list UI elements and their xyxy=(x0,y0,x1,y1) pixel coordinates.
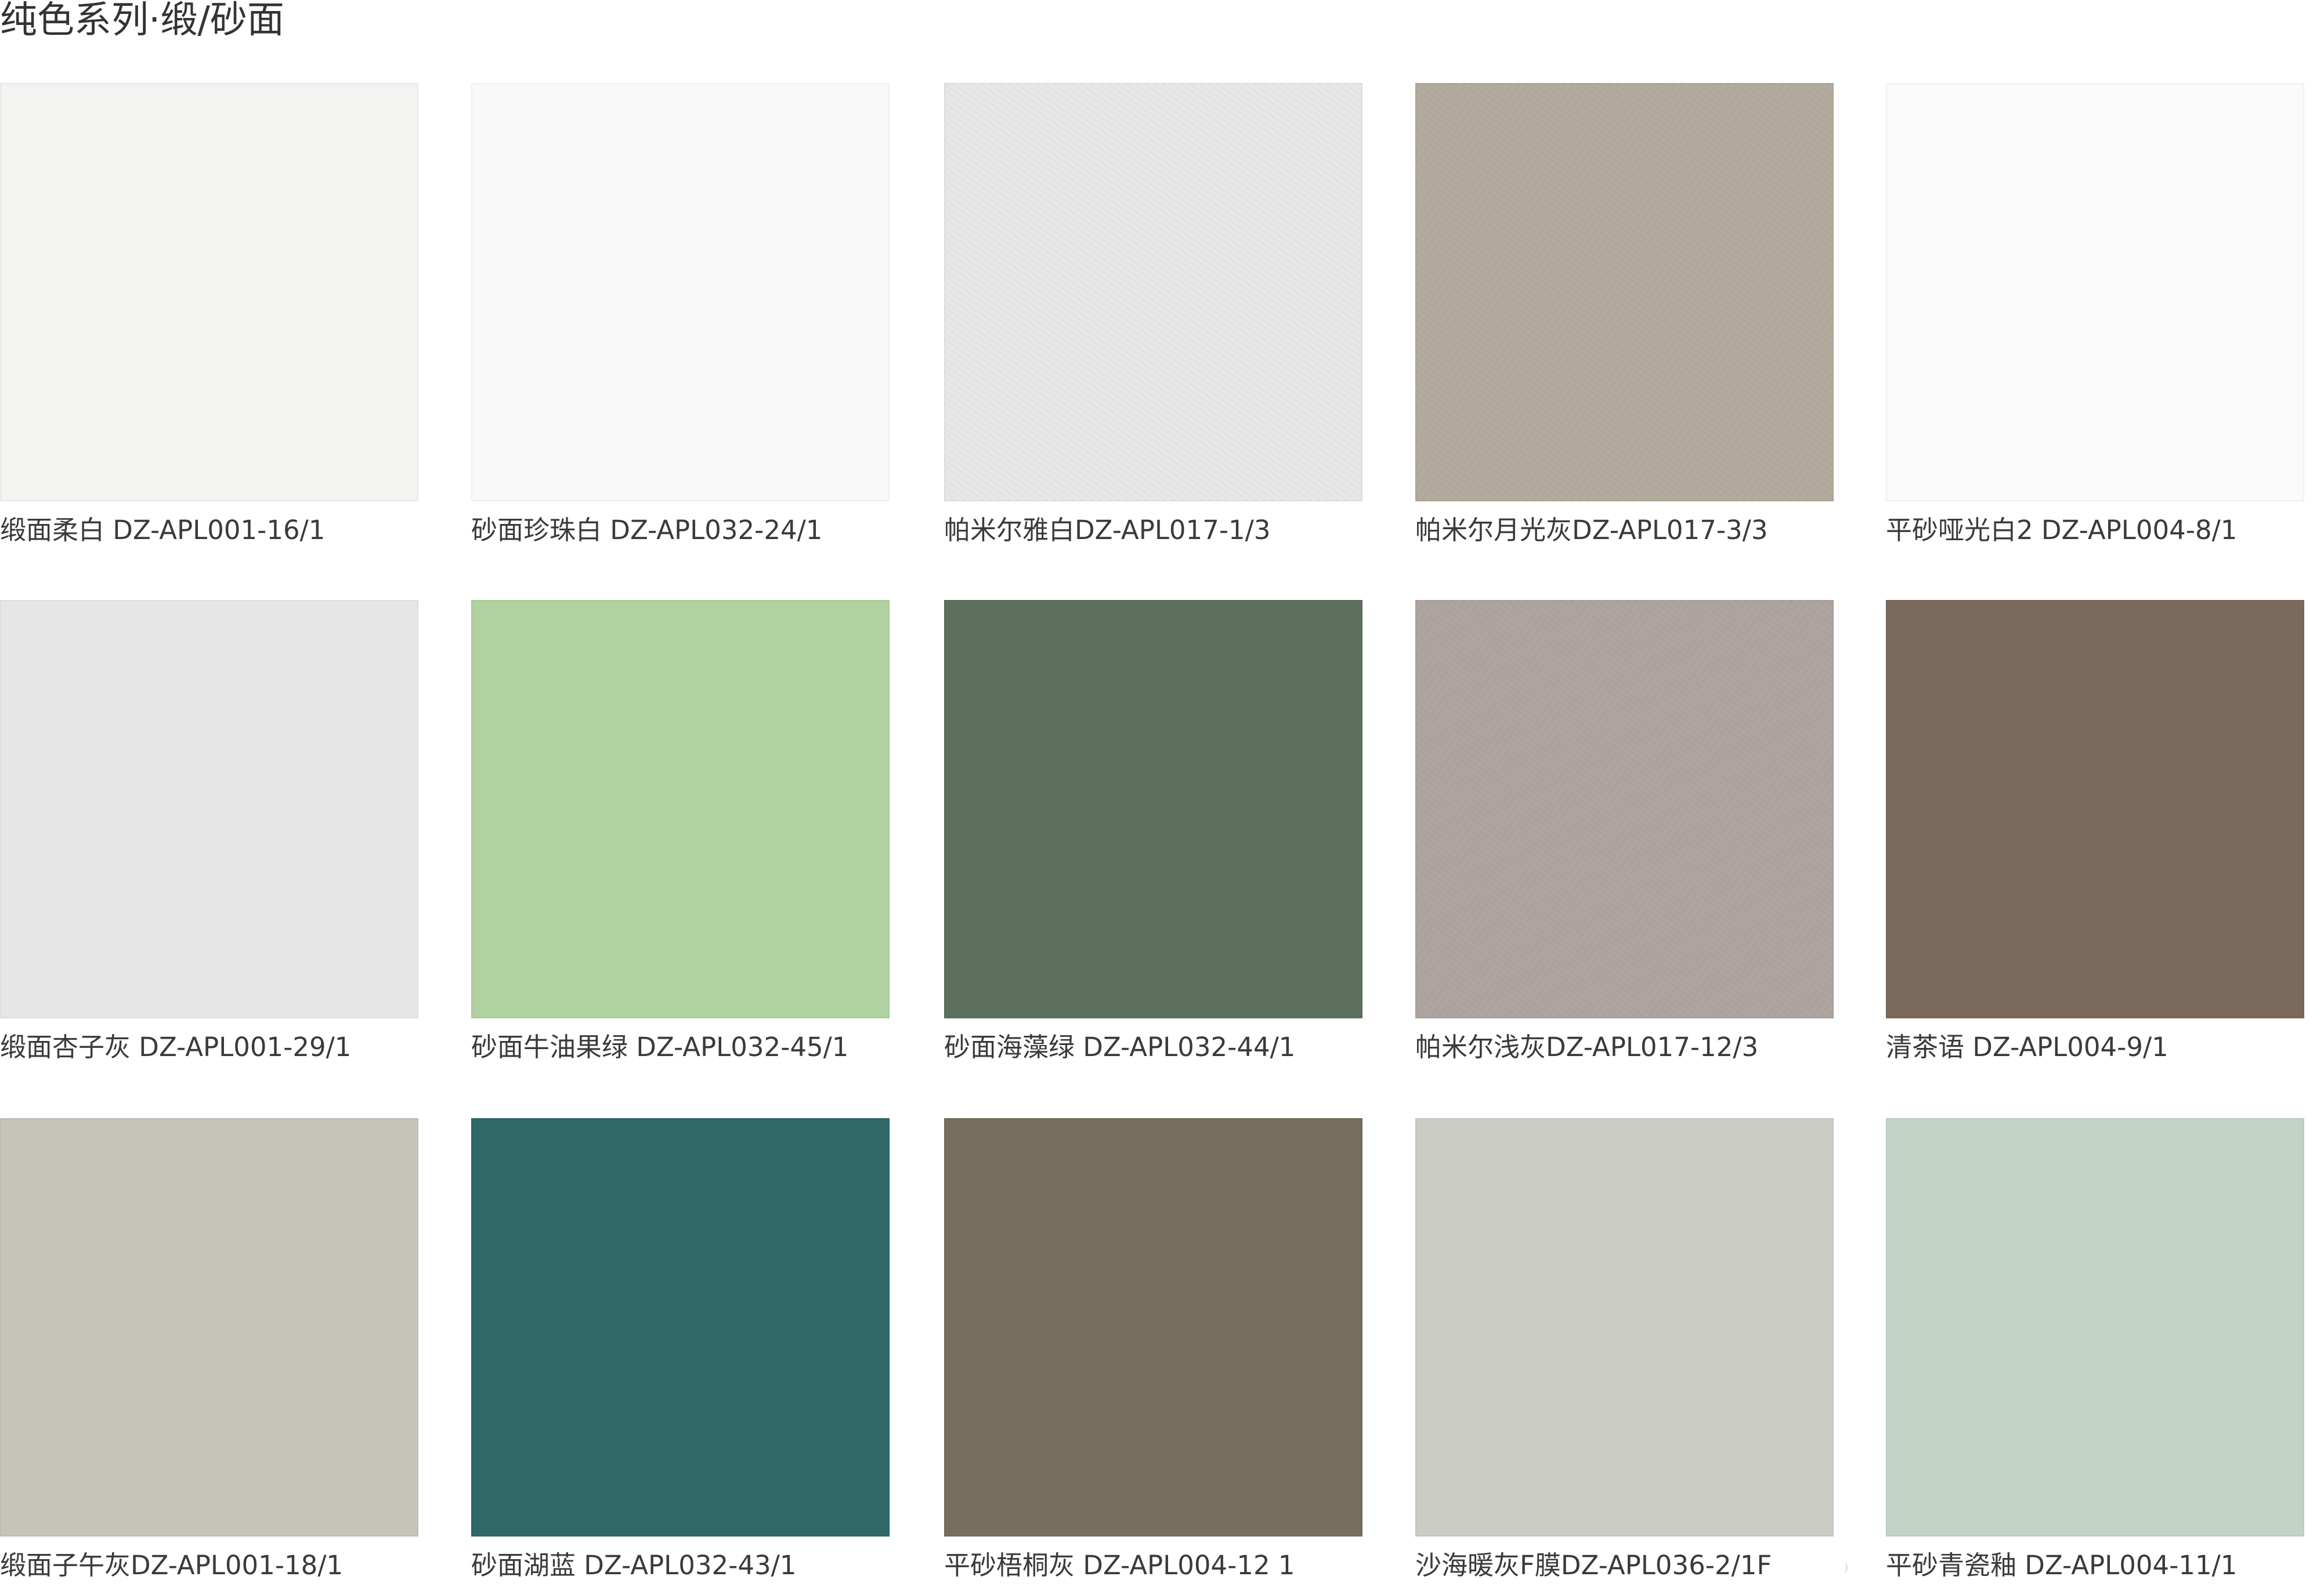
swatch-label: 缎面杏子灰 DZ-APL001-29/1 xyxy=(0,1032,352,1062)
swatch-card[interactable]: 平砂哑光白2 DZ-APL004-8/1 xyxy=(1886,83,2315,548)
color-swatch[interactable] xyxy=(1886,600,2304,1018)
stray-mark: ⁾ xyxy=(1844,1561,1849,1581)
swatch-card[interactable]: 缎面子午灰DZ-APL001-18/1 xyxy=(0,1118,429,1583)
swatch-label: 砂面珍珠白 DZ-APL032-24/1 xyxy=(471,515,823,545)
swatch-card[interactable]: 砂面珍珠白 DZ-APL032-24/1 xyxy=(471,83,901,548)
swatch-label: 缎面子午灰DZ-APL001-18/1 xyxy=(0,1550,344,1581)
swatch-label: 平砂青瓷釉 DZ-APL004-11/1 xyxy=(1886,1550,2238,1581)
color-swatch[interactable] xyxy=(1415,83,1834,501)
color-swatch[interactable] xyxy=(944,1118,1362,1537)
swatch-label: 缎面柔白 DZ-APL001-16/1 xyxy=(0,515,326,545)
swatch-card[interactable]: 沙海暖灰F膜DZ-APL036-2/1F xyxy=(1415,1118,1845,1583)
color-swatch[interactable] xyxy=(471,1118,890,1537)
swatch-card[interactable]: 帕米尔浅灰DZ-APL017-12/3 xyxy=(1415,600,1845,1065)
swatch-card[interactable]: 平砂梧桐灰 DZ-APL004-12 1 xyxy=(944,1118,1374,1583)
swatch-card[interactable]: 清茶语 DZ-APL004-9/1 xyxy=(1886,600,2315,1065)
swatch-grid: 缎面柔白 DZ-APL001-16/1 砂面珍珠白 DZ-APL032-24/1… xyxy=(0,0,2324,1587)
swatch-card[interactable]: 帕米尔月光灰DZ-APL017-3/3 xyxy=(1415,83,1845,548)
swatch-label: 帕米尔雅白DZ-APL017-1/3 xyxy=(944,515,1271,545)
swatch-label: 平砂梧桐灰 DZ-APL004-12 1 xyxy=(944,1550,1295,1581)
swatch-label: 平砂哑光白2 DZ-APL004-8/1 xyxy=(1886,515,2238,545)
color-swatch[interactable] xyxy=(0,600,418,1018)
swatch-card[interactable]: 平砂青瓷釉 DZ-APL004-11/1 xyxy=(1886,1118,2315,1583)
color-swatch[interactable] xyxy=(944,83,1362,501)
color-swatch[interactable] xyxy=(1415,600,1834,1018)
swatch-card[interactable]: 缎面杏子灰 DZ-APL001-29/1 xyxy=(0,600,429,1065)
swatch-label: 砂面湖蓝 DZ-APL032-43/1 xyxy=(471,1550,797,1581)
color-swatch[interactable] xyxy=(471,600,890,1018)
swatch-card[interactable]: 砂面牛油果绿 DZ-APL032-45/1 xyxy=(471,600,901,1065)
swatch-label: 沙海暖灰F膜DZ-APL036-2/1F xyxy=(1415,1550,1772,1581)
swatch-card[interactable]: 砂面海藻绿 DZ-APL032-44/1 xyxy=(944,600,1374,1065)
swatch-label: 清茶语 DZ-APL004-9/1 xyxy=(1886,1032,2168,1062)
swatch-label: 帕米尔月光灰DZ-APL017-3/3 xyxy=(1415,515,1768,545)
swatch-card[interactable]: 帕米尔雅白DZ-APL017-1/3 xyxy=(944,83,1374,548)
color-swatch[interactable] xyxy=(1415,1118,1834,1537)
color-swatch[interactable] xyxy=(471,83,890,501)
color-swatch[interactable] xyxy=(1886,1118,2304,1537)
swatch-label: 砂面海藻绿 DZ-APL032-44/1 xyxy=(944,1032,1296,1062)
color-swatch[interactable] xyxy=(0,83,418,501)
color-swatch[interactable] xyxy=(944,600,1362,1018)
color-swatch[interactable] xyxy=(0,1118,418,1537)
swatch-label: 砂面牛油果绿 DZ-APL032-45/1 xyxy=(471,1032,849,1062)
color-swatch[interactable] xyxy=(1886,83,2304,501)
swatch-label: 帕米尔浅灰DZ-APL017-12/3 xyxy=(1415,1032,1759,1062)
swatch-card[interactable]: 砂面湖蓝 DZ-APL032-43/1 xyxy=(471,1118,901,1583)
swatch-card[interactable]: 缎面柔白 DZ-APL001-16/1 xyxy=(0,83,429,548)
